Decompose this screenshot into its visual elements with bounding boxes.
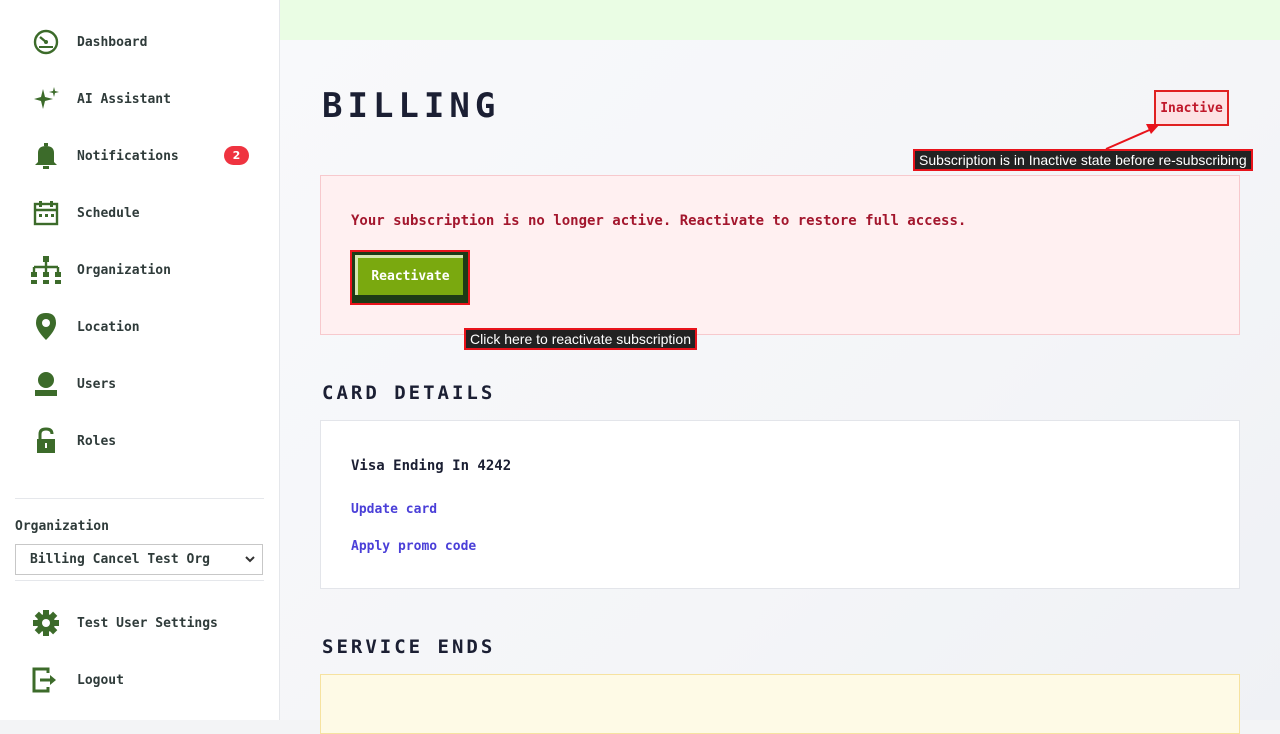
sidebar-item-ai-assistant[interactable]: AI Assistant: [30, 79, 260, 119]
subscription-status-badge: Inactive: [1154, 90, 1229, 126]
notification-count-badge: 2: [224, 146, 249, 165]
reactivate-callout: Click here to reactivate subscription: [464, 328, 697, 350]
sidebar-item-location[interactable]: Location: [30, 307, 260, 347]
sidebar-item-label: Location: [77, 319, 140, 335]
logout-link[interactable]: Logout: [30, 660, 260, 700]
apply-promo-link[interactable]: Apply promo code: [351, 539, 476, 554]
calendar-icon: [30, 197, 62, 229]
unlock-icon: [30, 425, 62, 457]
sidebar-item-users[interactable]: Users: [30, 364, 260, 404]
sidebar-item-label: AI Assistant: [77, 91, 171, 107]
card-details-heading: CARD DETAILS: [322, 382, 496, 404]
user-settings-label: Test User Settings: [77, 615, 218, 631]
location-pin-icon: [30, 311, 62, 343]
user-icon: [30, 368, 62, 400]
reactivate-button[interactable]: Reactivate: [350, 250, 470, 305]
logout-icon: [30, 664, 62, 696]
sidebar-item-organization[interactable]: Organization: [30, 250, 260, 290]
bell-icon: [30, 140, 62, 172]
sidebar-item-label: Notifications: [77, 148, 179, 164]
sparkle-icon: [30, 83, 62, 115]
update-card-link[interactable]: Update card: [351, 502, 437, 517]
status-callout: Subscription is in Inactive state before…: [913, 149, 1253, 171]
card-title: Visa Ending In 4242: [351, 458, 512, 474]
page-title: BILLING: [322, 86, 501, 126]
chevron-down-icon: [244, 553, 256, 565]
sidebar-item-label: Roles: [77, 433, 117, 449]
card-details-panel: Visa Ending In 4242 Update card Apply pr…: [320, 420, 1240, 589]
sidebar-item-schedule[interactable]: Schedule: [30, 193, 260, 233]
service-ends-panel: [320, 674, 1240, 734]
sidebar-item-roles[interactable]: Roles: [30, 421, 260, 461]
sidebar-item-label: Dashboard: [77, 34, 148, 50]
organization-label: Organization: [15, 519, 109, 534]
main-content: [280, 40, 1280, 720]
sidebar-item-label: Organization: [77, 262, 171, 278]
service-ends-heading: SERVICE ENDS: [322, 636, 496, 658]
user-settings-link[interactable]: Test User Settings: [30, 603, 260, 643]
sidebar-item-label: Schedule: [77, 205, 140, 221]
sidebar-item-partial[interactable]: [30, 478, 260, 492]
org-chart-icon: [30, 254, 62, 286]
organization-select[interactable]: Billing Cancel Test Org: [15, 544, 263, 575]
sidebar: Dashboard AI Assistant Notifications 2 S…: [0, 0, 280, 720]
briefcase-icon: [30, 482, 62, 492]
alert-message: Your subscription is no longer active. R…: [351, 213, 967, 229]
reactivate-button-label: Reactivate: [355, 255, 463, 295]
organization-selected-value: Billing Cancel Test Org: [30, 552, 211, 567]
sidebar-item-notifications[interactable]: Notifications 2: [30, 136, 260, 176]
sidebar-nav: Dashboard AI Assistant Notifications 2 S…: [0, 0, 279, 492]
sidebar-item-label: Users: [77, 376, 117, 392]
logout-label: Logout: [77, 672, 124, 688]
top-bar: [280, 0, 1280, 40]
sidebar-divider: [15, 498, 264, 499]
dashboard-icon: [30, 26, 62, 58]
gear-icon: [30, 607, 62, 639]
sidebar-divider: [15, 580, 264, 581]
sidebar-item-dashboard[interactable]: Dashboard: [30, 22, 260, 62]
